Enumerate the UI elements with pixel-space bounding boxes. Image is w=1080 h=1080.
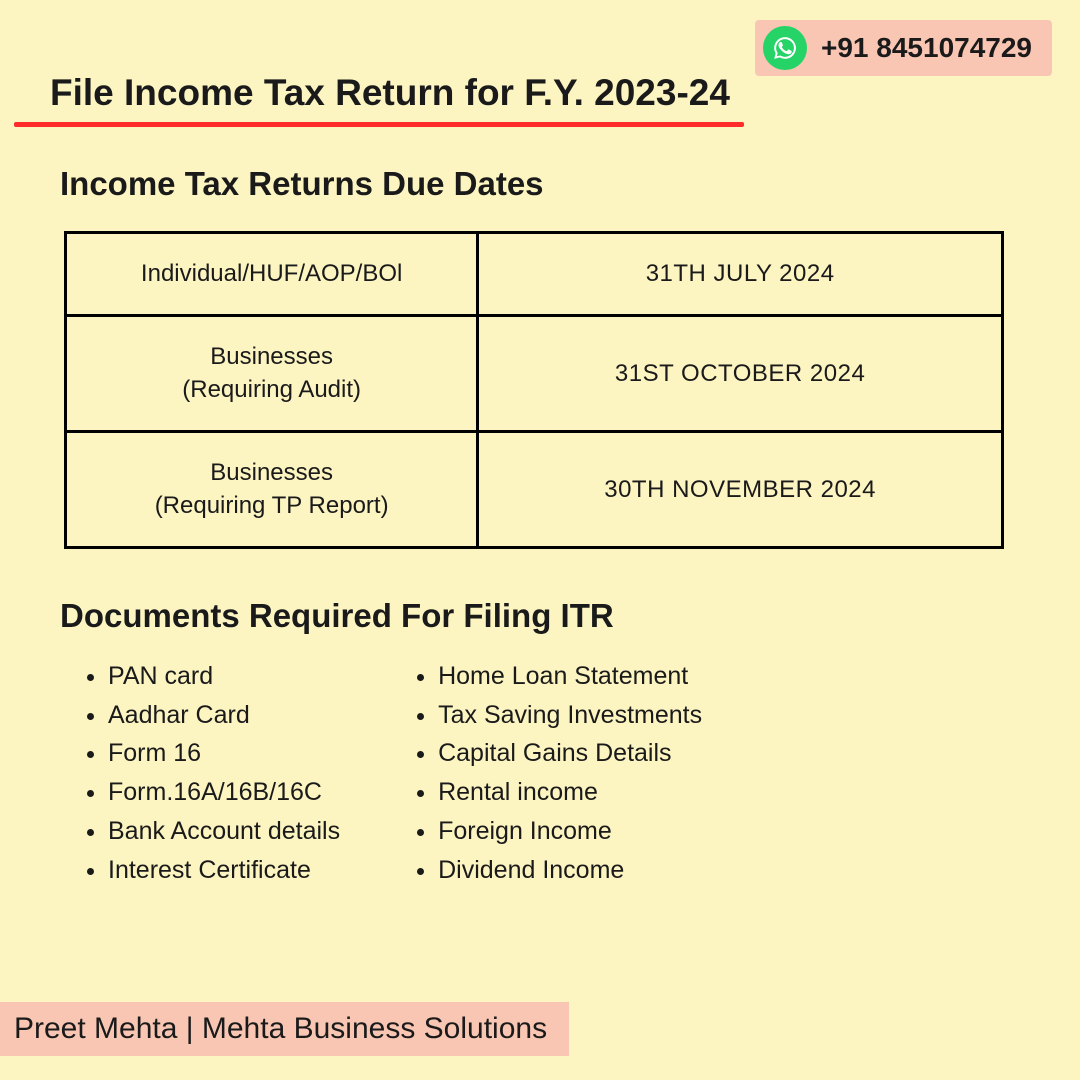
list-item: Aadhar Card (108, 696, 340, 735)
list-item: Form.16A/16B/16C (108, 773, 340, 812)
list-item: Tax Saving Investments (438, 696, 702, 735)
due-date-value: 31ST OCTOBER 2024 (478, 316, 1003, 432)
due-date-category: Businesses(Requiring TP Report) (66, 432, 478, 548)
due-date-value: 30TH NOVEMBER 2024 (478, 432, 1003, 548)
list-item: Bank Account details (108, 812, 340, 851)
table-row: Businesses(Requiring TP Report) 30TH NOV… (66, 432, 1003, 548)
documents-columns: PAN card Aadhar Card Form 16 Form.16A/16… (0, 657, 1080, 890)
page-title: File Income Tax Return for F.Y. 2023-24 (0, 0, 730, 114)
footer-credit: Preet Mehta | Mehta Business Solutions (0, 1002, 569, 1056)
list-item: Dividend Income (438, 851, 702, 890)
documents-list-right: Home Loan Statement Tax Saving Investmen… (410, 657, 702, 890)
contact-bar: +91 8451074729 (755, 20, 1052, 76)
list-item: PAN card (108, 657, 340, 696)
list-item: Form 16 (108, 734, 340, 773)
list-item: Foreign Income (438, 812, 702, 851)
due-date-category: Businesses(Requiring Audit) (66, 316, 478, 432)
table-row: Individual/HUF/AOP/BOl 31TH JULY 2024 (66, 233, 1003, 316)
documents-heading: Documents Required For Filing ITR (0, 597, 1080, 635)
list-item: Interest Certificate (108, 851, 340, 890)
documents-list-left: PAN card Aadhar Card Form 16 Form.16A/16… (80, 657, 340, 890)
list-item: Home Loan Statement (438, 657, 702, 696)
list-item: Rental income (438, 773, 702, 812)
due-dates-heading: Income Tax Returns Due Dates (0, 165, 1080, 203)
due-date-category: Individual/HUF/AOP/BOl (66, 233, 478, 316)
due-dates-table: Individual/HUF/AOP/BOl 31TH JULY 2024 Bu… (64, 231, 1004, 549)
phone-number: +91 8451074729 (821, 32, 1032, 64)
whatsapp-icon (763, 26, 807, 70)
list-item: Capital Gains Details (438, 734, 702, 773)
title-underline (14, 122, 744, 127)
table-row: Businesses(Requiring Audit) 31ST OCTOBER… (66, 316, 1003, 432)
due-date-value: 31TH JULY 2024 (478, 233, 1003, 316)
